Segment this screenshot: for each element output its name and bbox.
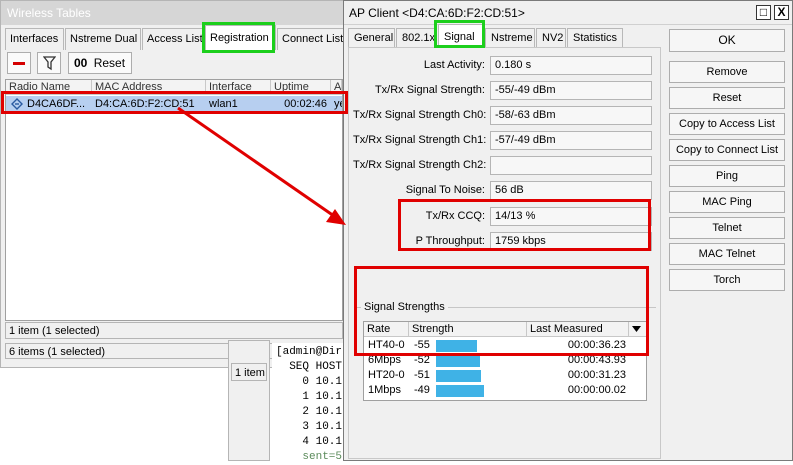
annotation-arrow-icon	[177, 106, 346, 225]
